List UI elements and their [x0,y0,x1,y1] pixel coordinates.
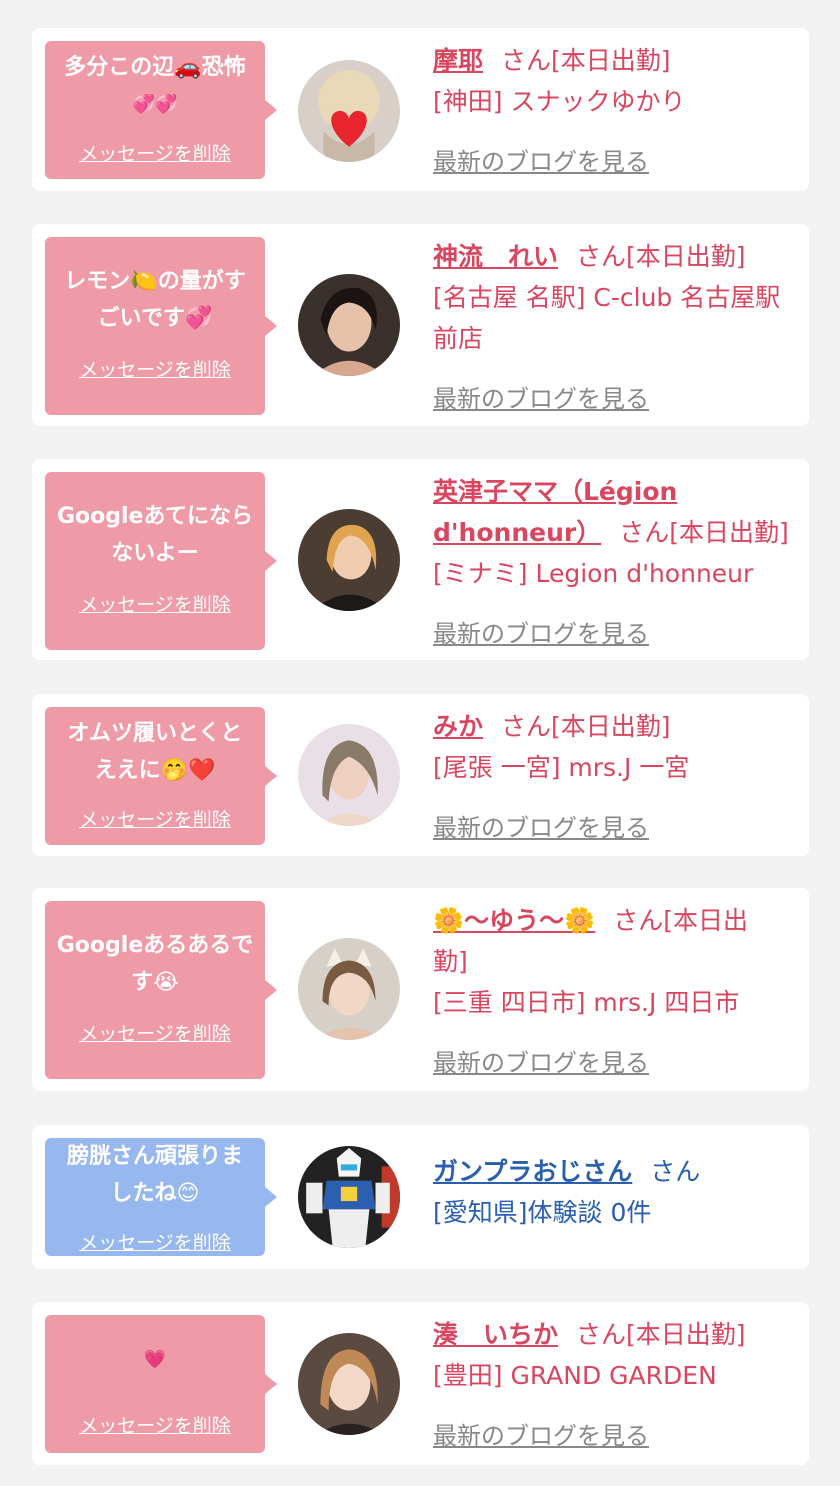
blog-link[interactable]: 最新のブログを見る [433,614,649,649]
avatar[interactable] [298,724,400,826]
profile-name-link[interactable]: 湊 いちか [433,1320,558,1349]
message-text: Googleあてになら [56,504,254,529]
delete-message-link[interactable]: メッセージを削除 [45,590,265,617]
status-text-2: 勤] [433,947,468,976]
profile-name-link-2[interactable]: d'honneur） [433,518,601,547]
avatar[interactable] [298,1333,400,1435]
message-text-2: す😭 [131,970,179,995]
avatar[interactable] [298,938,400,1040]
message-bubble: レモン🍋の量がす ごいです💞 メッセージを削除 [45,237,277,415]
blog-link[interactable]: 最新のブログを見る [433,1043,649,1078]
blog-link[interactable]: 最新のブログを見る [433,379,649,414]
shop-text: [尾張 一宮] mrs.J 一宮 [433,753,690,782]
blog-link[interactable]: 最新のブログを見る [433,1416,649,1451]
info: 湊 いちか さん[本日出勤] [豊田] GRAND GARDEN [433,1314,793,1396]
message-text: オムツ履いとくと [67,721,243,746]
profile-name-link[interactable]: 英津子ママ（Légion [433,471,793,512]
delete-message-link[interactable]: メッセージを削除 [45,1228,265,1255]
shop-text: [愛知県]体験談 0件 [433,1198,652,1227]
info: 摩耶 さん[本日出勤] [神田] スナックゆかり [433,40,793,122]
message-text-2: したね😊 [110,1181,200,1206]
avatar[interactable] [298,274,400,376]
shop-text: [ミナミ] Legion d'honneur [433,559,754,588]
message-card: 💗 メッセージを削除 湊 いちか さん[本日出勤] [豊田] GRAND GARD… [32,1302,809,1465]
status-text: さん[本日出勤] [576,1320,746,1349]
message-bubble: Googleあるあるで す😭 メッセージを削除 [45,901,277,1079]
delete-message-link[interactable]: メッセージを削除 [45,1019,265,1046]
message-card: Googleあてになら ないよー メッセージを削除 英津子ママ（Légion d… [32,459,809,660]
status-text: さん[本日出勤] [501,712,671,741]
message-bubble: 膀胱さん頑張りま したね😊 メッセージを削除 [45,1138,277,1256]
message-bubble: 💗 メッセージを削除 [45,1315,277,1453]
message-card: 膀胱さん頑張りま したね😊 メッセージを削除 ガンプラおじさん さん [愛知県]体… [32,1125,809,1269]
profile-name-link[interactable]: みか [433,712,483,741]
status-text: さん[本日出勤] [576,242,746,271]
delete-message-link[interactable]: メッセージを削除 [45,1411,265,1438]
blog-link[interactable]: 最新のブログを見る [433,142,649,177]
message-text: レモン🍋の量がす [64,269,246,294]
info: みか さん[本日出勤] [尾張 一宮] mrs.J 一宮 [433,706,793,788]
status-text: さん [650,1157,701,1186]
delete-message-link[interactable]: メッセージを削除 [45,805,265,832]
avatar[interactable] [298,1146,400,1248]
info: 英津子ママ（Légion d'honneur） さん[本日出勤] [ミナミ] Le… [433,471,793,594]
delete-message-link[interactable]: メッセージを削除 [45,139,265,166]
info: ガンプラおじさん さん [愛知県]体験談 0件 [433,1151,793,1233]
message-bubble: 多分この辺🚗恐怖 💞💞 メッセージを削除 [45,41,277,179]
message-text: Googleあるあるで [56,933,254,958]
info: 神流 れい さん[本日出勤] [名古屋 名駅] C-club 名古屋駅 前店 [433,236,793,359]
message-card: 多分この辺🚗恐怖 💞💞 メッセージを削除 摩耶 さん[本日出勤] [神田] スナッ… [32,28,809,191]
avatar[interactable] [298,60,400,162]
shop-text: [名古屋 名駅] C-club 名古屋駅 [433,283,781,312]
message-text-2: ええに🤭❤️ [94,758,216,783]
message-bubble: オムツ履いとくと ええに🤭❤️ メッセージを削除 [45,707,277,845]
message-card: オムツ履いとくと ええに🤭❤️ メッセージを削除 みか さん[本日出勤] [尾張 … [32,694,809,856]
profile-name-link[interactable]: ガンプラおじさん [433,1157,632,1186]
shop-text: [豊田] GRAND GARDEN [433,1361,717,1390]
message-text: 多分この辺🚗恐怖 [64,55,246,80]
message-text: 💗 [143,1349,167,1370]
shop-text: [三重 四日市] mrs.J 四日市 [433,988,740,1017]
info: 🌼～ゆう～🌼 さん[本日出 勤] [三重 四日市] mrs.J 四日市 [433,900,793,1023]
status-text: さん[本日出 [613,906,749,935]
blog-link[interactable]: 最新のブログを見る [433,808,649,843]
message-card: レモン🍋の量がす ごいです💞 メッセージを削除 神流 れい さん[本日出勤] [名… [32,224,809,426]
profile-name-link[interactable]: 🌼～ゆう～🌼 [433,906,595,935]
shop-text-2: 前店 [433,324,484,353]
delete-message-link[interactable]: メッセージを削除 [45,355,265,382]
message-card: Googleあるあるで す😭 メッセージを削除 🌼～ゆう～🌼 さん[本日出 勤] … [32,888,809,1091]
message-bubble: Googleあてになら ないよー メッセージを削除 [45,472,277,650]
profile-name-link[interactable]: 摩耶 [433,46,483,75]
profile-name-link[interactable]: 神流 れい [433,242,558,271]
message-text-2: 💞💞 [132,94,178,115]
message-text: 膀胱さん頑張りま [66,1144,243,1169]
message-text-2: ないよー [111,541,199,566]
status-text: さん[本日出勤] [619,518,789,547]
message-text-2: ごいです💞 [97,306,213,331]
shop-text: [神田] スナックゆかり [433,87,686,116]
status-text: さん[本日出勤] [501,46,671,75]
avatar[interactable] [298,509,400,611]
